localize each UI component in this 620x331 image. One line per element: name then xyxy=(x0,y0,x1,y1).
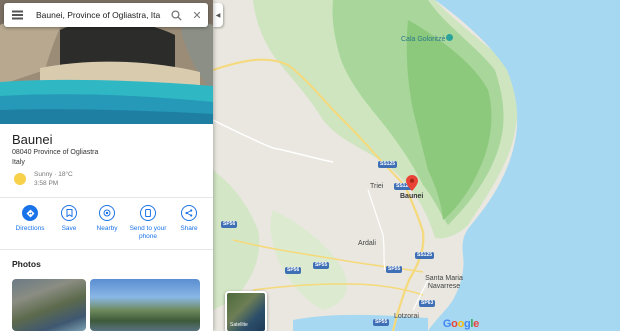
map-label-triei[interactable]: Triei xyxy=(370,183,383,190)
google-logo-letter: G xyxy=(442,318,452,330)
place-country: Italy xyxy=(12,159,25,166)
map-label-santa-maria-navarrese-text: Santa Maria Navarrese xyxy=(425,275,463,290)
google-logo-letter: e xyxy=(473,318,479,330)
send-to-phone-label: Send to your phone xyxy=(129,225,167,240)
share-icon xyxy=(181,205,197,221)
map-label-ardali[interactable]: Ardali xyxy=(358,240,376,247)
nearby-button[interactable]: Nearby xyxy=(88,205,126,241)
map-canvas[interactable]: Cala Goloritzè Triei Baunei Ardali Santa… xyxy=(213,0,620,331)
save-button[interactable]: Save xyxy=(50,205,88,241)
divider xyxy=(0,249,213,250)
poi-marker-icon[interactable] xyxy=(446,34,453,41)
place-address: 08040 Province of Ogliastra xyxy=(12,149,99,156)
search-input[interactable]: Baunei, Province of Ogliastra, Ita xyxy=(30,10,166,20)
road-shield-sp56: SP56 xyxy=(285,267,302,274)
sunny-icon xyxy=(14,173,26,185)
share-button[interactable]: Share xyxy=(170,205,208,241)
search-box[interactable]: Baunei, Province of Ogliastra, Ita ✕ xyxy=(4,3,208,27)
map-label-cala-goloritze[interactable]: Cala Goloritzè xyxy=(401,36,445,43)
collapse-panel-button[interactable]: ◀ xyxy=(213,3,223,27)
weather-time: 3:58 PM xyxy=(34,180,59,187)
send-to-phone-button[interactable]: Send to your phone xyxy=(126,205,170,241)
place-title: Baunei xyxy=(12,132,53,147)
road-shield-sp55: SP55 xyxy=(373,319,390,326)
directions-icon xyxy=(22,205,38,221)
bookmark-icon xyxy=(61,205,77,221)
directions-button[interactable]: Directions xyxy=(10,205,50,241)
close-icon[interactable]: ✕ xyxy=(186,3,208,27)
photo-thumbnail[interactable] xyxy=(90,279,200,331)
action-bar: Directions Save Nearby Send to your phon… xyxy=(0,205,213,241)
map-terrain xyxy=(213,0,620,331)
chevron-left-icon: ◀ xyxy=(215,12,221,19)
map-label-baunei[interactable]: Baunei xyxy=(400,193,423,200)
nearby-icon xyxy=(99,205,115,221)
photos-heading: Photos xyxy=(12,259,41,269)
nearby-label: Nearby xyxy=(96,225,118,232)
satellite-label: Satellite xyxy=(230,322,248,328)
directions-label: Directions xyxy=(15,225,45,232)
road-shield-sp55: SP55 xyxy=(386,266,403,273)
menu-icon[interactable] xyxy=(4,3,30,27)
road-shield-sp56: SP56 xyxy=(221,221,238,228)
map-label-lotzorai[interactable]: Lotzorai xyxy=(394,313,419,320)
google-logo: Google xyxy=(443,318,479,330)
road-shield-sp63: SP63 xyxy=(419,300,436,307)
save-label: Save xyxy=(61,225,77,232)
divider xyxy=(0,197,213,198)
search-icon[interactable] xyxy=(166,3,186,27)
share-label: Share xyxy=(180,225,198,232)
location-pin-icon[interactable] xyxy=(406,175,418,191)
weather-condition: Sunny · 18°C xyxy=(34,171,73,178)
road-shield-ss125: SS125 xyxy=(378,161,398,168)
road-shield-ss125: SS125 xyxy=(415,252,435,259)
phone-icon xyxy=(140,205,156,221)
satellite-toggle[interactable]: Satellite xyxy=(225,291,267,331)
place-panel: Baunei, Province of Ogliastra, Ita ✕ Bau… xyxy=(0,0,213,331)
photo-thumbnail[interactable] xyxy=(12,279,86,331)
road-shield-sp55: SP55 xyxy=(313,262,330,269)
map-label-santa-maria-navarrese[interactable]: Santa Maria Navarrese xyxy=(425,275,463,291)
